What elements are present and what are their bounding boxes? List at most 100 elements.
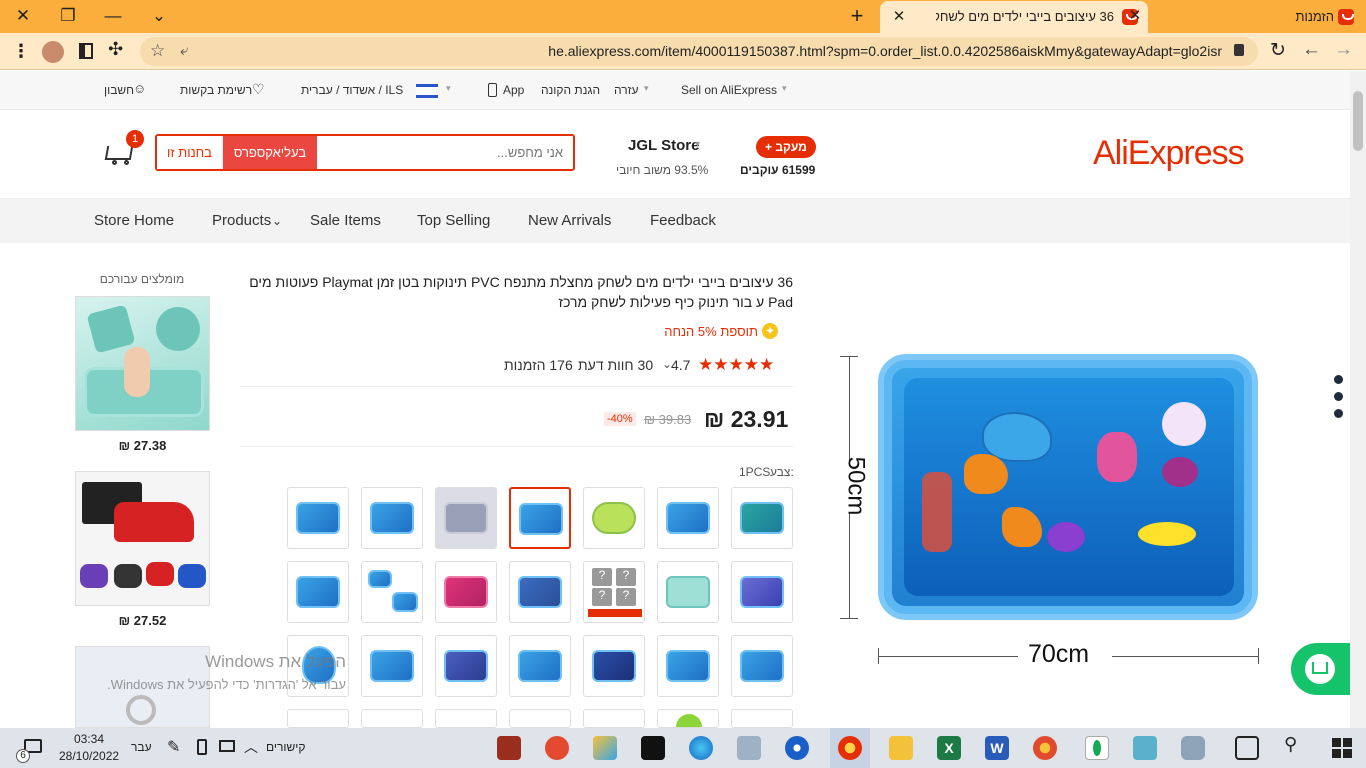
recommended-item-image[interactable] [75,471,210,606]
help-link[interactable]: עזרה [614,83,639,97]
menu-dots-icon[interactable]: ⋮ [12,41,30,62]
search-input[interactable] [317,136,571,169]
rating-value[interactable]: 4.7 [671,357,690,373]
color-option[interactable] [583,487,645,549]
search-icon[interactable]: ⚲ [1284,734,1297,755]
color-option-selected[interactable] [509,487,571,549]
search-store-button[interactable]: בחנות זו [157,136,223,169]
color-option[interactable] [731,487,793,549]
slide-dot-icon[interactable] [1334,375,1343,384]
sidebar-icon[interactable] [79,43,93,59]
address-bar[interactable]: ☆ ⤶ he.aliexpress.com/item/4000119150387… [140,37,1258,66]
nav-new-arrivals[interactable]: New Arrivals [528,212,611,229]
color-option[interactable] [583,709,645,728]
color-option[interactable] [287,561,349,623]
scrollbar-thumb[interactable] [1353,91,1363,151]
floating-cart-button[interactable] [1291,643,1350,695]
account-link[interactable]: חשבון [104,83,134,97]
slide-dot-icon[interactable] [1334,409,1343,418]
tab-search-chevron-icon[interactable]: ⌄ [144,4,174,28]
back-icon[interactable]: ← [1302,39,1321,61]
app-link[interactable]: App [503,83,524,97]
battery-icon[interactable] [197,739,207,755]
extension-icon[interactable] [42,41,64,63]
color-option[interactable] [509,635,571,697]
clock-time[interactable]: 03:34 [59,732,119,746]
reload-icon[interactable]: ↻ [1270,39,1286,62]
task-view-icon[interactable] [1235,736,1259,760]
clock-date[interactable]: 28/10/2022 [59,749,119,763]
color-option[interactable] [731,635,793,697]
forward-icon[interactable]: → [1334,39,1353,61]
color-option[interactable] [361,635,423,697]
network-tool-icon[interactable] [1133,736,1157,760]
bookmark-star-icon[interactable]: ☆ [150,41,165,61]
new-tab-icon[interactable]: + [842,4,872,28]
color-option[interactable] [657,635,719,697]
color-option[interactable] [657,487,719,549]
wishlist-link[interactable]: רשימת בקשות [180,83,252,97]
file-explorer-icon[interactable] [889,736,913,760]
color-option[interactable] [287,709,349,728]
nav-sale-items[interactable]: Sale Items [310,212,381,229]
nav-feedback[interactable]: Feedback [650,212,716,229]
chevron-up-icon[interactable]: ︿ [244,737,258,757]
taskbar-active-slot[interactable] [830,728,870,768]
cart-button[interactable]: 1 [102,130,144,168]
close-tab-icon[interactable]: ✕ [884,5,914,29]
page-scrollbar[interactable] [1350,71,1366,728]
color-option[interactable] [361,709,423,728]
color-option[interactable] [435,635,497,697]
restore-window-icon[interactable]: ❐ [53,4,83,28]
winrar-icon[interactable] [497,736,521,760]
nav-top-selling[interactable]: Top Selling [417,212,490,229]
bonus-discount[interactable]: תוספת 5% הנחה [600,324,758,339]
camera-icon[interactable] [1181,736,1205,760]
aliexpress-logo[interactable]: AliExpress [1093,134,1245,173]
nav-products[interactable]: Products [212,212,271,229]
color-option[interactable] [731,561,793,623]
tab-active[interactable]: ✕ 36 עיצובים בייבי ילדים מים לשחק [880,1,1148,33]
follow-button[interactable]: + מעקב [756,136,816,158]
url-text[interactable]: he.aliexpress.com/item/4000119150387.htm… [548,43,1222,59]
lock-icon[interactable] [1234,44,1244,56]
terminal-icon[interactable] [641,736,665,760]
color-option[interactable] [361,487,423,549]
share-icon[interactable]: ⤶ [180,42,188,59]
color-option[interactable] [657,561,719,623]
chrome-profile-icon[interactable] [545,736,569,760]
color-option[interactable]: ? ? ? ? [583,561,645,623]
edge-icon[interactable] [689,736,713,760]
nav-store-home[interactable]: Store Home [94,212,174,229]
excel-icon[interactable]: X [937,736,961,760]
region-selector[interactable]: ILS / אשדוד / עברית [301,83,403,97]
buyer-protection-link[interactable]: הגנת הקונה [541,83,600,97]
minimize-window-icon[interactable]: — [98,4,128,28]
search-all-button[interactable]: בעליאקספרס [223,136,317,169]
product-main-image[interactable]: 50cm 70cm [832,272,1302,692]
reviews-count[interactable]: 30 חוות דעת [578,357,653,373]
tab-orders[interactable]: ✕ הזמנות [1120,4,1366,30]
sell-link[interactable]: Sell on AliExpress [681,83,777,97]
color-option[interactable] [583,635,645,697]
color-option[interactable] [435,487,497,549]
color-option[interactable] [435,709,497,728]
network-icon[interactable] [219,740,235,752]
app-cube-icon[interactable] [593,736,617,760]
pen-icon[interactable]: ✎ [167,737,180,757]
recommended-item-image[interactable] [75,296,210,431]
network-globe-icon[interactable] [785,736,809,760]
color-option[interactable] [361,561,423,623]
app-window-icon[interactable] [737,736,761,760]
store-name[interactable]: JGL Store [628,137,699,154]
chrome-icon[interactable] [1033,736,1057,760]
language-indicator[interactable]: עבר [131,740,152,754]
windows-start-icon[interactable] [1332,738,1352,758]
color-option[interactable] [509,709,571,728]
links-toolbar[interactable]: קישורים [266,740,306,754]
color-option[interactable] [287,487,349,549]
word-icon[interactable]: W [985,736,1009,760]
color-option[interactable] [731,709,793,728]
mongodb-icon[interactable] [1085,736,1109,760]
slide-dot-icon[interactable] [1334,392,1343,401]
